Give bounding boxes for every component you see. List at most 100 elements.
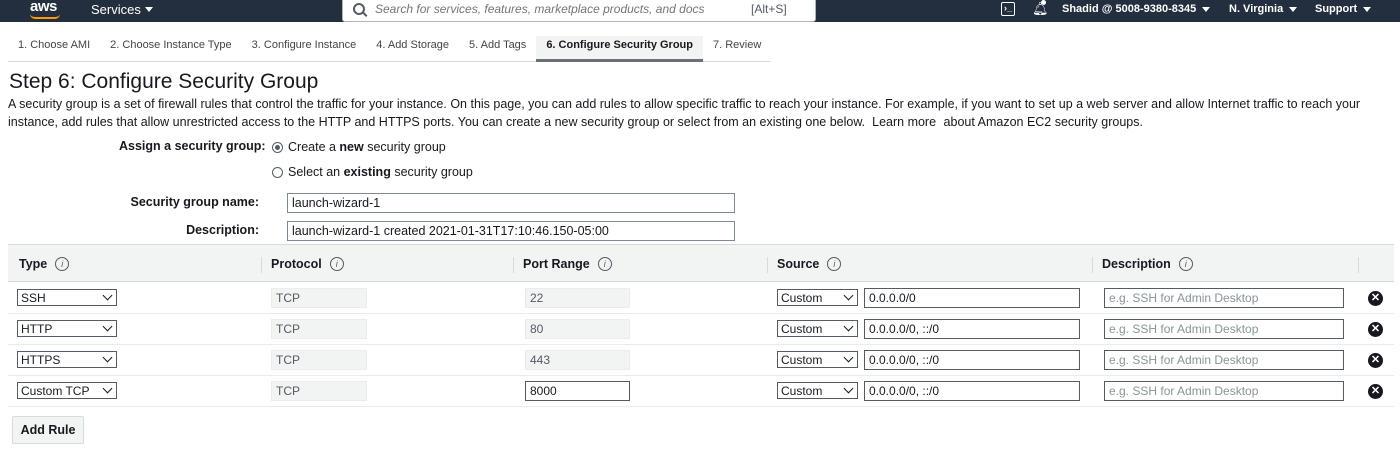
step-add-tags[interactable]: 5. Add Tags [459, 36, 537, 62]
step-configure-security-group[interactable]: 6. Configure Security Group [536, 36, 703, 62]
column-divider [1358, 257, 1359, 273]
radio-label-part: security group [363, 140, 446, 154]
rule-row: SSH TCP 22 Custom ✕ [8, 283, 1394, 314]
rule-description-input[interactable] [1104, 319, 1344, 339]
source-cidr-input[interactable] [864, 288, 1080, 308]
step-choose-ami[interactable]: 1. Choose AMI [8, 36, 101, 62]
type-select-value: HTTP [21, 321, 53, 336]
step-configure-instance[interactable]: 3. Configure Instance [241, 36, 367, 62]
radio-select-existing-label: Select an existing security group [288, 165, 473, 179]
source-select-value: Custom [781, 290, 823, 305]
services-menu-button[interactable]: Services [91, 2, 153, 17]
port-range-value: 80 [525, 319, 630, 339]
delete-rule-icon[interactable]: ✕ [1368, 322, 1383, 337]
chevron-down-icon [102, 383, 113, 394]
security-group-name-label: Security group name: [130, 195, 260, 209]
info-icon[interactable]: i [329, 257, 344, 271]
info-icon[interactable]: i [1178, 257, 1193, 271]
global-search-box[interactable]: [Alt+S] [342, 0, 816, 22]
rules-table-header: Type i Protocol i Port Range i Source i Desc… [8, 244, 1394, 282]
source-select[interactable]: Custom [777, 382, 858, 399]
intro-text-suffix: about Amazon EC2 security groups. [943, 115, 1143, 129]
column-header-description: Description i [1102, 257, 1193, 271]
radio-label-part: Create a [288, 140, 340, 154]
intro-text: A security group is a set of firewall ru… [8, 97, 1361, 129]
account-menu-button[interactable]: Shadid @ 5008-9380-8345 [1062, 3, 1211, 15]
type-select-value: Custom TCP [21, 383, 90, 398]
source-select-value: Custom [781, 383, 823, 398]
radio-button-checked[interactable] [272, 141, 283, 153]
radio-button-unchecked[interactable] [272, 166, 283, 178]
column-divider [1092, 257, 1093, 273]
column-header-port-range: Port Range i [523, 257, 612, 271]
caret-down-icon [144, 7, 153, 12]
description-input[interactable] [287, 221, 735, 241]
step-review[interactable]: 7. Review [703, 36, 772, 62]
caret-down-icon [1363, 6, 1372, 12]
source-select[interactable]: Custom [777, 289, 858, 306]
search-input[interactable] [375, 2, 745, 16]
wizard-steps: 1. Choose AMI 2. Choose Instance Type 3.… [8, 36, 772, 62]
add-rule-button[interactable]: Add Rule [12, 416, 84, 444]
chevron-down-icon [843, 383, 854, 394]
rule-description-input[interactable] [1104, 288, 1344, 308]
column-header-type: Type i [19, 257, 70, 271]
source-cidr-input[interactable] [864, 319, 1080, 339]
column-divider [513, 257, 514, 273]
cloudshell-icon[interactable]: ›_ [1001, 2, 1015, 16]
type-select[interactable]: HTTP [17, 320, 117, 337]
step-choose-instance-type[interactable]: 2. Choose Instance Type [100, 36, 242, 62]
source-cidr-input[interactable] [864, 350, 1080, 370]
step-add-storage[interactable]: 4. Add Storage [366, 36, 460, 62]
assign-security-group-label: Assign a security group: [119, 139, 266, 153]
region-label: N. Virginia [1229, 3, 1284, 15]
region-menu-button[interactable]: N. Virginia [1229, 3, 1298, 15]
radio-label-part: security group [390, 165, 473, 179]
radio-create-new-label: Create a new security group [288, 140, 446, 154]
chevron-down-icon [102, 352, 113, 363]
port-range-value: 443 [525, 350, 630, 370]
source-select[interactable]: Custom [777, 351, 858, 368]
info-icon[interactable]: i [827, 257, 842, 271]
info-icon[interactable]: i [597, 257, 612, 271]
type-select[interactable]: SSH [17, 289, 117, 306]
protocol-value: TCP [271, 288, 367, 308]
source-select-value: Custom [781, 352, 823, 367]
search-shortcut-hint: [Alt+S] [751, 2, 787, 16]
protocol-value: TCP [271, 381, 367, 401]
info-icon[interactable]: i [55, 257, 70, 271]
aws-logo[interactable]: aws [30, 0, 57, 15]
rule-description-input[interactable] [1104, 350, 1344, 370]
type-select-value: HTTPS [21, 352, 61, 367]
radio-label-bold: existing [343, 165, 391, 179]
delete-rule-icon[interactable]: ✕ [1368, 291, 1383, 306]
type-select[interactable]: HTTPS [17, 351, 117, 368]
column-divider [767, 257, 768, 273]
column-header-protocol: Protocol i [271, 257, 344, 271]
delete-rule-icon[interactable]: ✕ [1368, 384, 1383, 399]
port-range-input[interactable] [525, 381, 630, 401]
caret-down-icon [1289, 6, 1298, 12]
column-header-label: Type [19, 257, 48, 271]
protocol-value: TCP [271, 350, 367, 370]
rule-description-input[interactable] [1104, 381, 1344, 401]
services-label: Services [91, 2, 141, 17]
security-group-name-input[interactable] [287, 193, 735, 213]
type-select[interactable]: Custom TCP [17, 382, 117, 399]
port-range-value: 22 [525, 288, 630, 308]
chevron-down-icon [843, 321, 854, 332]
caret-down-icon [1202, 6, 1211, 12]
radio-select-existing-group[interactable]: Select an existing security group [272, 165, 473, 179]
column-header-label: Source [777, 257, 820, 271]
chevron-down-icon [102, 321, 113, 332]
source-select-value: Custom [781, 321, 823, 336]
source-select[interactable]: Custom [777, 320, 858, 337]
column-header-label: Port Range [523, 257, 590, 271]
source-cidr-input[interactable] [864, 381, 1080, 401]
radio-create-new-group[interactable]: Create a new security group [272, 140, 446, 154]
delete-rule-icon[interactable]: ✕ [1368, 353, 1383, 368]
support-menu-button[interactable]: Support [1315, 3, 1372, 15]
chevron-down-icon [843, 290, 854, 301]
learn-more-link[interactable]: Learn more [872, 115, 936, 129]
rule-row: Custom TCP TCP Custom ✕ [8, 376, 1394, 407]
